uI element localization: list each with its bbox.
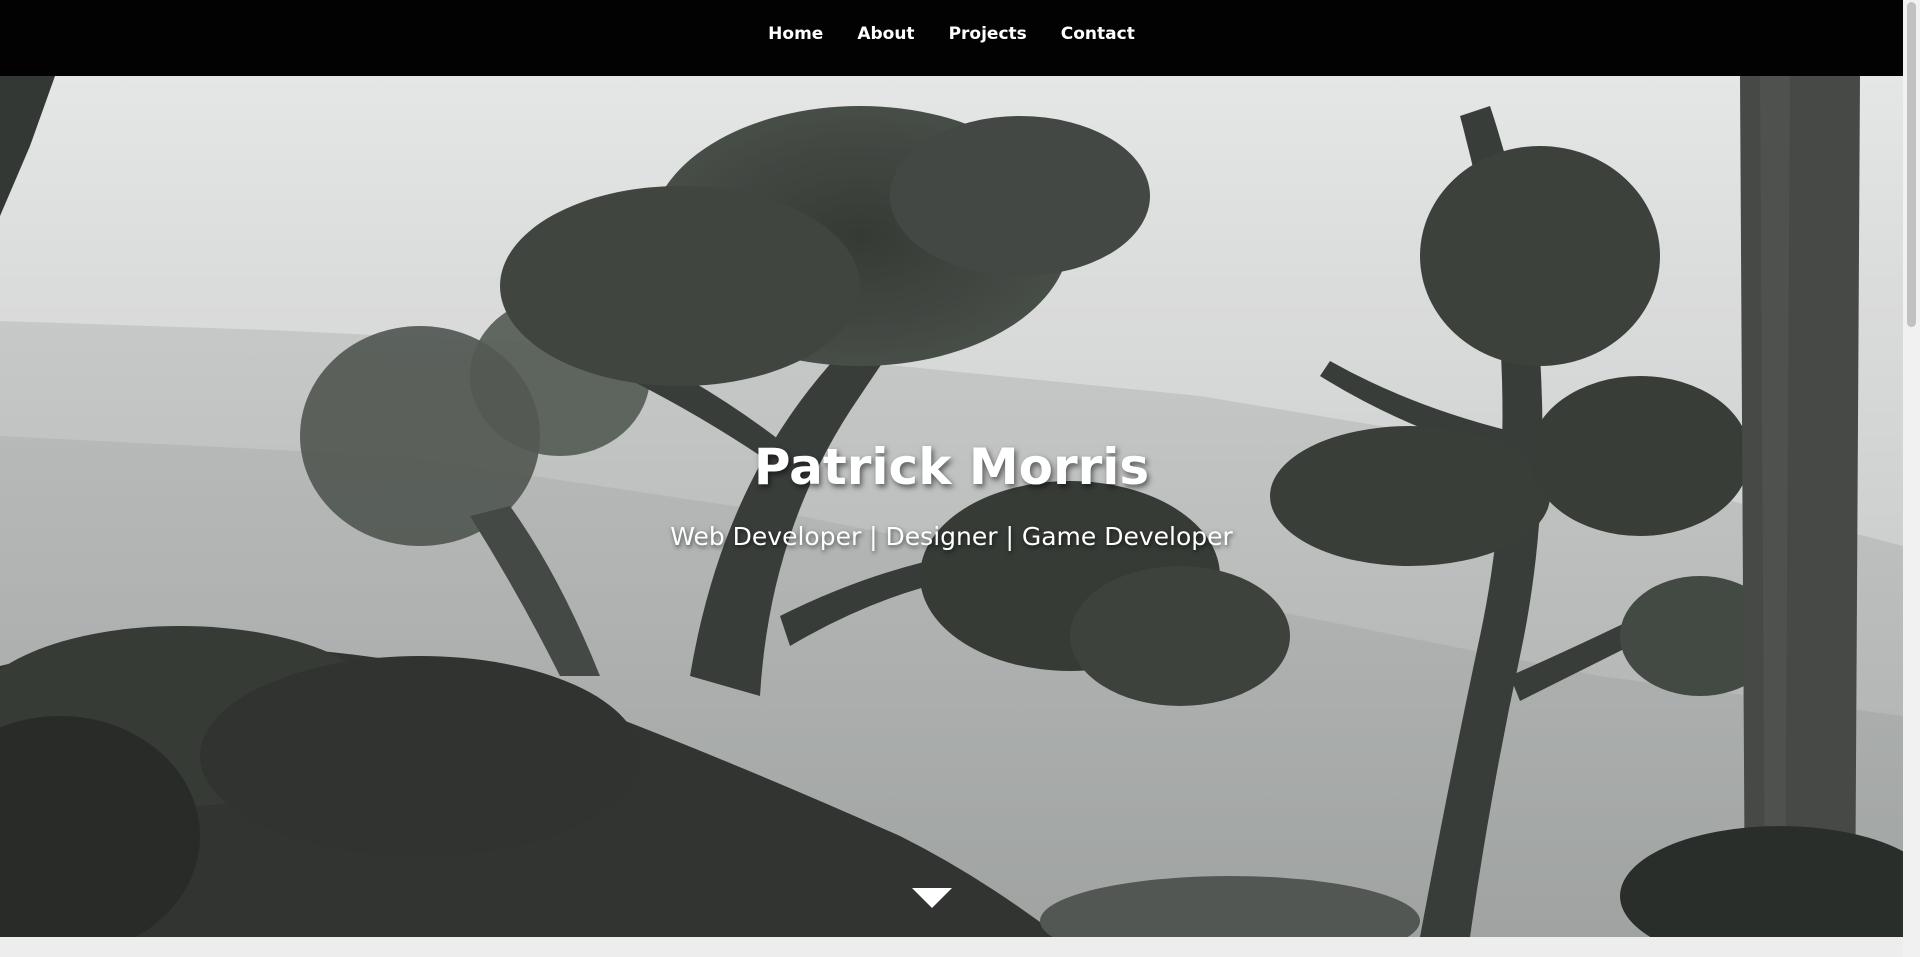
hero-subtitle: Web Developer | Designer | Game Develope… xyxy=(670,522,1233,551)
next-section-edge xyxy=(0,937,1903,957)
vertical-scrollbar[interactable] xyxy=(1903,0,1920,957)
hero-section: Patrick Morris Web Developer | Designer … xyxy=(0,76,1903,937)
nav-link-home[interactable]: Home xyxy=(768,24,823,44)
scrollbar-thumb[interactable] xyxy=(1907,2,1916,327)
nav-link-contact[interactable]: Contact xyxy=(1061,24,1135,44)
top-navbar: Home About Projects Contact xyxy=(0,0,1903,76)
hero-background-image xyxy=(0,76,1903,937)
nav-link-projects[interactable]: Projects xyxy=(949,24,1027,44)
down-triangle-icon[interactable] xyxy=(912,888,952,908)
nav-link-about[interactable]: About xyxy=(857,24,914,44)
hero-title: Patrick Morris xyxy=(753,438,1150,496)
page: Home About Projects Contact Patrick Morr… xyxy=(0,0,1920,957)
